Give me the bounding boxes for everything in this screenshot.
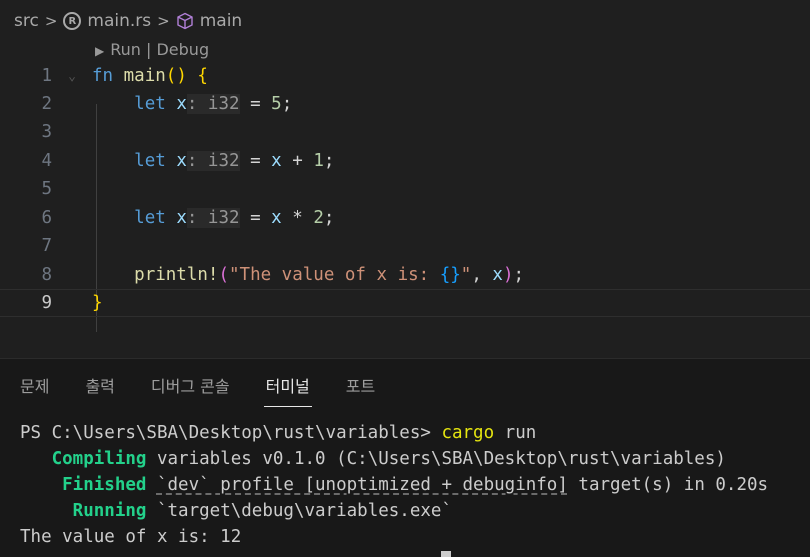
line-number: 1 (41, 66, 52, 86)
token-semicolon: ; (281, 94, 293, 114)
token-paren: ) (502, 265, 514, 285)
code-line-2[interactable]: 2 let x: i32 = 5; (0, 90, 810, 118)
token-brace: { (197, 66, 208, 86)
play-icon: ▶ (95, 44, 105, 58)
line-number: 4 (41, 151, 52, 171)
token-paren: ( (218, 265, 229, 285)
code-line-1[interactable]: 1 ⌄ fn main() { (0, 62, 810, 90)
code-line-6[interactable]: 6 let x: i32 = x * 2; (0, 204, 810, 232)
terminal-line-output: The value of x is: 12 (20, 527, 242, 547)
token-semicolon: ; (323, 151, 335, 171)
token-keyword: let (134, 94, 166, 114)
token-var: x (271, 208, 282, 228)
terminal-line-finished: Finished `dev` profile [unoptimized + de… (20, 475, 769, 495)
terminal-command: cargo (441, 423, 495, 443)
tab-problems[interactable]: 문제 (20, 363, 49, 407)
terminal-line-prompt: PS C:\Users\SBA\Desktop\rust\variables> … (20, 423, 537, 443)
cube-icon (177, 12, 193, 30)
token-string: " (460, 265, 472, 285)
panel-tabs: 문제 출력 디버그 콘솔 터미널 포트 (0, 359, 810, 411)
code-line-8[interactable]: 8 println!("The value of x is: {}", x); (0, 261, 810, 289)
line-number: 9 (41, 293, 52, 313)
token-keyword: let (134, 208, 166, 228)
token-format-placeholder: {} (439, 265, 461, 285)
chevron-right-icon: > (44, 12, 58, 30)
token-keyword: fn (92, 66, 114, 86)
token-var: x (176, 94, 187, 114)
line-number: 7 (41, 236, 52, 256)
token-string: "The value of x is: (229, 265, 440, 285)
token-var: x (492, 265, 503, 285)
inlay-type-hint: : i32 (186, 94, 240, 114)
token-op: = (239, 208, 272, 228)
token-number: 1 (313, 151, 324, 171)
terminal-link[interactable]: `dev` profile [unoptimized + debuginfo] (157, 475, 568, 495)
line-number: 2 (41, 94, 52, 114)
token-brace: } (92, 293, 103, 313)
code-line-7[interactable]: 7 (0, 232, 810, 260)
line-number: 3 (41, 122, 52, 142)
breadcrumb-file[interactable]: R main.rs (63, 11, 151, 31)
token-number: 2 (313, 208, 324, 228)
code-line-3[interactable]: 3 (0, 118, 810, 146)
chevron-right-icon: > (157, 12, 170, 30)
terminal-line-running: Running `target\debug\variables.exe` (20, 501, 452, 521)
code-line-4[interactable]: 4 let x: i32 = x + 1; (0, 147, 810, 175)
tab-terminal[interactable]: 터미널 (263, 363, 312, 407)
tab-output[interactable]: 출력 (85, 363, 114, 407)
token-semicolon: ; (323, 208, 335, 228)
terminal-output[interactable]: PS C:\Users\SBA\Desktop\rust\variables> … (20, 423, 768, 553)
codelens-run-debug[interactable]: ▶ Run | Debug (95, 40, 209, 59)
token-op: = (239, 94, 272, 114)
breadcrumb-src[interactable]: src (14, 11, 39, 31)
rust-file-icon: R (63, 12, 82, 30)
code-line-5[interactable]: 5 (0, 175, 810, 203)
token-comma: , (471, 265, 493, 285)
inlay-type-hint: : i32 (186, 151, 240, 171)
token-var: x (271, 151, 282, 171)
token-macro: println! (134, 265, 219, 285)
tab-ports[interactable]: 포트 (346, 363, 375, 407)
breadcrumb: src > R main.rs > main (0, 0, 810, 42)
token-op: + (281, 151, 314, 171)
code-editor[interactable]: ▶ Run | Debug 1 ⌄ fn main() { 2 let x: i3… (0, 38, 810, 358)
token-op: * (281, 208, 314, 228)
terminal-cursor (441, 551, 451, 557)
token-keyword: let (134, 151, 166, 171)
code-line-9[interactable]: 9 } (0, 289, 810, 317)
token-paren: () (165, 66, 187, 86)
line-number: 6 (41, 208, 52, 228)
token-var: x (176, 208, 187, 228)
line-number: 5 (41, 179, 52, 199)
line-number: 8 (41, 265, 52, 285)
inlay-type-hint: : i32 (186, 208, 240, 228)
tab-debug-console[interactable]: 디버그 콘솔 (151, 363, 230, 407)
breadcrumb-symbol[interactable]: main (176, 11, 242, 31)
token-number: 5 (271, 94, 282, 114)
token-var: x (176, 151, 187, 171)
fold-chevron-icon[interactable]: ⌄ (52, 69, 92, 84)
token-semicolon: ; (513, 265, 525, 285)
terminal-line-compiling: Compiling variables v0.1.0 (C:\Users\SBA… (20, 449, 726, 469)
token-op: = (239, 151, 272, 171)
token-function: main (123, 66, 166, 86)
bottom-panel: 문제 출력 디버그 콘솔 터미널 포트 PS C:\Users\SBA\Desk… (0, 358, 810, 557)
